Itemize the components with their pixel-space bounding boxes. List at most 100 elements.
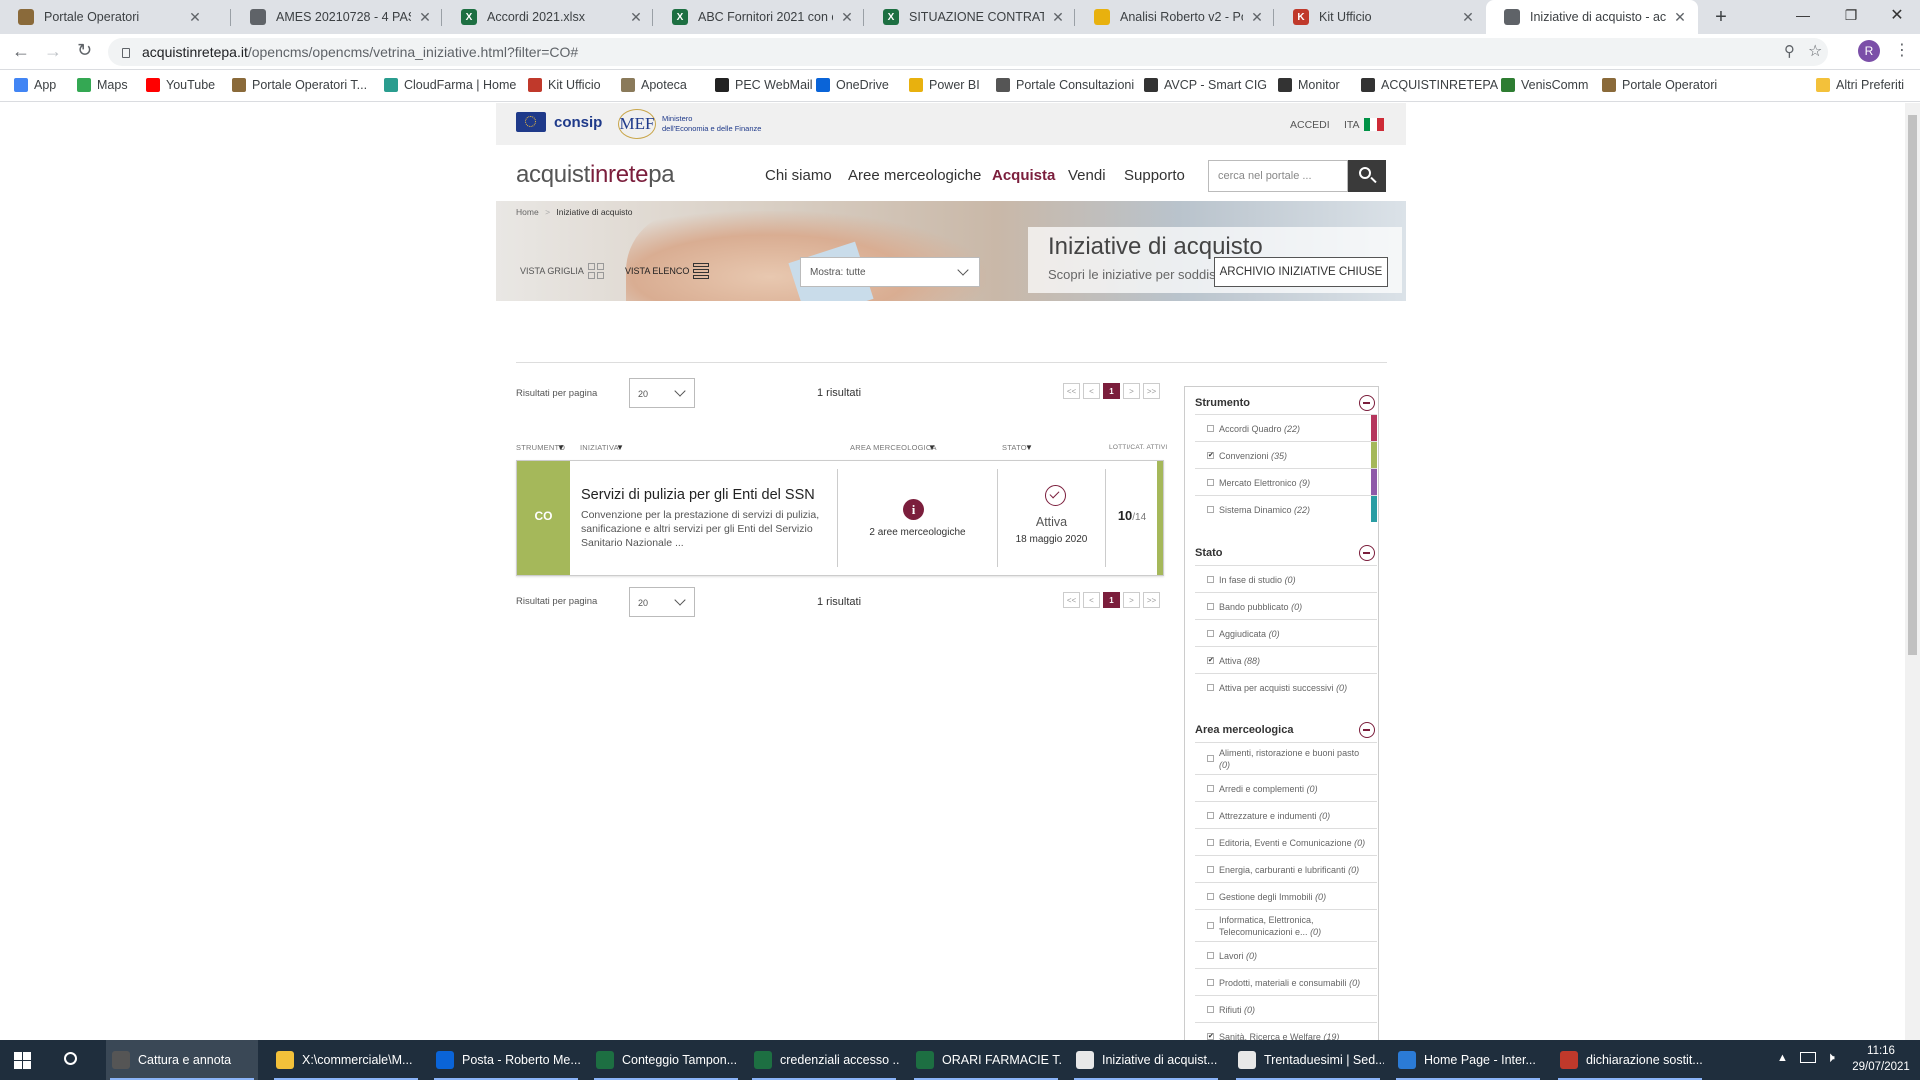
- search-button[interactable]: [1348, 160, 1386, 192]
- filter-option-strumento[interactable]: Sistema Dinamico (22): [1195, 495, 1377, 522]
- filter-checkbox[interactable]: [1207, 629, 1214, 637]
- col-header-stato[interactable]: STATO: [1002, 443, 1027, 452]
- bookmark-item[interactable]: Monitor: [1278, 78, 1340, 92]
- menu-kebab-icon[interactable]: ⋮: [1894, 40, 1910, 60]
- info-icon[interactable]: i: [903, 499, 924, 520]
- collapse-area-icon[interactable]: [1359, 722, 1375, 738]
- collapse-strumento-icon[interactable]: [1359, 395, 1375, 411]
- initiative-card[interactable]: CO Servizi di pulizia per gli Enti del S…: [516, 460, 1164, 576]
- filter-checkbox[interactable]: ✔: [1207, 1032, 1214, 1040]
- bookmark-item[interactable]: AVCP - Smart CIG: [1144, 78, 1267, 92]
- bookmark-item[interactable]: Portale Consultazioni: [996, 78, 1134, 92]
- address-bar[interactable]: acquistinretepa.it/opencms/opencms/vetri…: [108, 38, 1828, 66]
- collapse-stato-icon[interactable]: [1359, 545, 1375, 561]
- bookmark-item[interactable]: OneDrive: [816, 78, 889, 92]
- taskbar-app[interactable]: Trentaduesimi | Sed...: [1232, 1040, 1384, 1080]
- pagination-button[interactable]: <<: [1063, 383, 1080, 399]
- filter-checkbox[interactable]: [1207, 865, 1214, 873]
- pagination-button[interactable]: <: [1083, 592, 1100, 608]
- bookmark-item[interactable]: Kit Ufficio: [528, 78, 601, 92]
- minimize-button[interactable]: —: [1780, 0, 1826, 30]
- zoom-icon[interactable]: ⚲: [1784, 42, 1795, 60]
- clock[interactable]: 11:16 29/07/2021: [1848, 1043, 1914, 1075]
- tab-close-icon[interactable]: ✕: [1460, 9, 1476, 26]
- per-page-select-bottom[interactable]: 20: [629, 587, 695, 617]
- bookmark-item[interactable]: PEC WebMail: [715, 78, 813, 92]
- filter-option-stato[interactable]: Aggiudicata (0): [1195, 619, 1377, 646]
- taskbar-app[interactable]: X:\commerciale\M...: [270, 1040, 422, 1080]
- browser-tab[interactable]: X ABC Fornitori 2021 con cap ✕: [654, 0, 865, 34]
- filter-option-area[interactable]: ✔ Sanità, Ricerca e Welfare (19): [1195, 1022, 1377, 1040]
- filter-option-area[interactable]: Prodotti, materiali e consumabili (0): [1195, 968, 1377, 995]
- browser-tab[interactable]: K Kit Ufficio ✕: [1275, 0, 1486, 34]
- pagination-button[interactable]: >>: [1143, 592, 1160, 608]
- tab-close-icon[interactable]: ✕: [417, 9, 433, 26]
- filter-checkbox[interactable]: [1207, 978, 1214, 986]
- pagination-button[interactable]: 1: [1103, 383, 1120, 399]
- bookmark-item[interactable]: Power BI: [909, 78, 980, 92]
- consip-logo[interactable]: consip: [516, 112, 602, 132]
- filter-option-stato[interactable]: ✔ Attiva (88): [1195, 646, 1377, 673]
- filter-checkbox[interactable]: [1207, 755, 1214, 762]
- windows-start-icon[interactable]: [14, 1052, 31, 1069]
- back-icon[interactable]: ←: [12, 41, 30, 62]
- browser-tab[interactable]: Portale Operatori ✕: [0, 0, 213, 34]
- bookmark-star-icon[interactable]: ☆: [1808, 41, 1822, 61]
- closed-initiatives-archive-button[interactable]: ARCHIVIO INIZIATIVE CHIUSE: [1214, 257, 1388, 287]
- filter-checkbox[interactable]: [1207, 892, 1214, 900]
- restore-button[interactable]: ❐: [1828, 0, 1874, 30]
- pagination-button[interactable]: <: [1083, 383, 1100, 399]
- filter-option-area[interactable]: Arredi e complementi (0): [1195, 774, 1377, 801]
- col-header-area[interactable]: AREA MERCEOLOGICA: [850, 443, 937, 452]
- bookmark-item[interactable]: YouTube: [146, 78, 215, 92]
- bookmark-item[interactable]: VenisComm: [1501, 78, 1588, 92]
- filter-checkbox[interactable]: [1207, 575, 1214, 583]
- filter-option-stato[interactable]: Bando pubblicato (0): [1195, 592, 1377, 619]
- nav-link-chi-siamo[interactable]: Chi siamo: [765, 167, 832, 184]
- nav-link-aree-merceologiche[interactable]: Aree merceologiche: [848, 167, 981, 184]
- taskbar-app[interactable]: Home Page - Inter...: [1392, 1040, 1544, 1080]
- search-icon[interactable]: [64, 1052, 77, 1065]
- bookmark-item[interactable]: Portale Operatori: [1602, 78, 1717, 92]
- pagination-button[interactable]: >: [1123, 592, 1140, 608]
- tab-close-icon[interactable]: ✕: [1672, 9, 1688, 26]
- pagination-button[interactable]: >: [1123, 383, 1140, 399]
- close-window-button[interactable]: ✕: [1874, 0, 1920, 30]
- filter-option-area[interactable]: Rifiuti (0): [1195, 995, 1377, 1022]
- filter-checkbox[interactable]: [1207, 838, 1214, 846]
- grid-view-toggle[interactable]: VISTA GRIGLIA: [520, 263, 604, 279]
- taskbar-app[interactable]: dichiarazione sostit...: [1554, 1040, 1706, 1080]
- mef-logo[interactable]: MEF Ministero dell'Economia e delle Finan…: [618, 109, 761, 139]
- taskbar-app[interactable]: Posta - Roberto Me...: [430, 1040, 582, 1080]
- filter-option-area[interactable]: Informatica, Elettronica, Telecomunicazi…: [1195, 909, 1377, 941]
- col-header-iniziativa[interactable]: INIZIATIVA: [580, 443, 619, 452]
- bookmark-item[interactable]: Apoteca: [621, 78, 687, 92]
- filter-option-area[interactable]: Alimenti, ristorazione e buoni pasto (0): [1195, 742, 1377, 774]
- taskbar-app[interactable]: Iniziative di acquist...: [1070, 1040, 1222, 1080]
- filter-checkbox[interactable]: [1207, 922, 1214, 929]
- filter-option-strumento[interactable]: ✔ Convenzioni (35): [1195, 441, 1377, 468]
- nav-link-vendi[interactable]: Vendi: [1068, 167, 1106, 184]
- browser-tab[interactable]: Iniziative di acquisto - acqu ✕: [1486, 0, 1698, 34]
- filter-option-area[interactable]: Lavori (0): [1195, 941, 1377, 968]
- scrollbar-thumb[interactable]: [1908, 115, 1917, 655]
- page-scrollbar[interactable]: [1905, 103, 1920, 1040]
- browser-tab[interactable]: X Accordi 2021.xlsx ✕: [443, 0, 654, 34]
- taskbar-app[interactable]: Conteggio Tampon...: [590, 1040, 742, 1080]
- filter-checkbox[interactable]: ✔: [1207, 451, 1214, 459]
- tab-close-icon[interactable]: ✕: [1050, 9, 1066, 26]
- filter-option-area[interactable]: Attrezzature e indumenti (0): [1195, 801, 1377, 828]
- other-bookmarks[interactable]: Altri Preferiti: [1816, 78, 1904, 92]
- tab-close-icon[interactable]: ✕: [1249, 9, 1265, 26]
- taskbar-app[interactable]: credenziali accesso ...: [748, 1040, 900, 1080]
- site-search-input[interactable]: cerca nel portale ...: [1208, 160, 1348, 192]
- language-selector[interactable]: ITA: [1344, 118, 1384, 131]
- filter-option-area[interactable]: Editoria, Eventi e Comunicazione (0): [1195, 828, 1377, 855]
- filter-option-stato[interactable]: In fase di studio (0): [1195, 565, 1377, 592]
- list-view-toggle[interactable]: VISTA ELENCO: [625, 263, 710, 279]
- taskbar-app[interactable]: ORARI FARMACIE T...: [910, 1040, 1062, 1080]
- site-brand-logo[interactable]: acquistinretepa: [516, 161, 675, 189]
- bookmark-item[interactable]: Maps: [77, 78, 128, 92]
- forward-icon[interactable]: →: [44, 41, 62, 62]
- pagination-button[interactable]: 1: [1103, 592, 1120, 608]
